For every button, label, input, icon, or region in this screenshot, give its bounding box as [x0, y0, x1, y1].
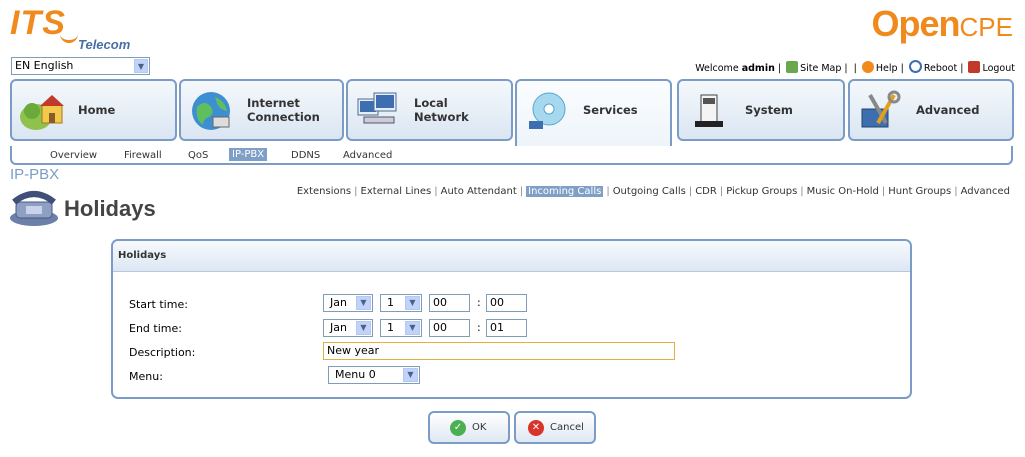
logout-icon: [968, 61, 981, 73]
end-hour-input[interactable]: 00: [429, 319, 470, 337]
end-day-select[interactable]: 1 ▼: [380, 319, 422, 337]
chevron-down-icon: ▼: [356, 296, 371, 310]
chevron-down-icon: ▼: [403, 368, 418, 382]
page-title: Holidays: [64, 196, 156, 221]
start-month-select[interactable]: Jan ▼: [323, 294, 373, 312]
subtab-incoming-calls[interactable]: Incoming Calls: [526, 186, 604, 197]
chevron-down-icon: ▼: [405, 321, 420, 335]
cancel-button-label: Cancel: [550, 422, 584, 433]
subnav-qos[interactable]: QoS: [188, 150, 208, 161]
tab-local-network[interactable]: Local Network: [346, 79, 513, 141]
language-select-value: EN English: [15, 59, 74, 72]
subnav-ddns[interactable]: DDNS: [291, 150, 320, 161]
start-time-label: Start time:: [129, 298, 188, 311]
start-day-select[interactable]: 1 ▼: [380, 294, 422, 312]
tab-advanced-label: Advanced: [916, 103, 980, 117]
chevron-down-icon: ▼: [134, 59, 148, 73]
breadcrumb: IP-PBX: [10, 166, 60, 183]
subtab-extensions[interactable]: Extensions: [297, 186, 351, 197]
power-icon: [908, 60, 922, 73]
ok-button[interactable]: ✓ OK: [428, 411, 510, 444]
help-icon: [861, 61, 874, 73]
menu-select[interactable]: Menu 0 ▼: [328, 366, 420, 384]
description-input[interactable]: New year: [323, 342, 675, 360]
subnav-bar: Overview Firewall QoS IP-PBX DDNS Advanc…: [10, 146, 1013, 165]
subtab-cdr[interactable]: CDR: [695, 186, 717, 197]
language-select[interactable]: EN English ▼: [11, 57, 150, 75]
subtab-outgoing-calls[interactable]: Outgoing Calls: [613, 186, 686, 197]
tab-home-label: Home: [78, 103, 116, 117]
tab-advanced[interactable]: Advanced: [848, 79, 1014, 141]
opencpe-logo: OpenCPE: [871, 3, 1013, 44]
tab-system-label: System: [745, 103, 793, 117]
cancel-button[interactable]: ✕ Cancel: [514, 411, 596, 444]
ok-button-label: OK: [472, 422, 487, 433]
home-icon: [20, 95, 64, 130]
computers-icon: [357, 92, 397, 124]
tools-icon: [861, 90, 901, 128]
chevron-down-icon: ▼: [405, 296, 420, 310]
end-month-select[interactable]: Jan ▼: [323, 319, 373, 337]
chevron-down-icon: ▼: [356, 321, 371, 335]
help-link[interactable]: Help: [876, 63, 898, 74]
subtab-music-on-hold[interactable]: Music On-Hold: [807, 186, 879, 197]
tab-internet-connection[interactable]: Internet Connection: [179, 79, 344, 141]
panel-title: Holidays: [118, 250, 167, 261]
checkmark-icon: ✓: [450, 419, 466, 436]
tab-home[interactable]: Home: [10, 79, 177, 141]
top-links: Welcome admin | Site Map | | Help | Rebo…: [695, 60, 1015, 74]
subtab-auto-attendant[interactable]: Auto Attendant: [441, 186, 517, 197]
end-minute-input[interactable]: 01: [486, 319, 527, 337]
phone-icon: [10, 191, 58, 226]
start-minute-input[interactable]: 00: [486, 294, 527, 312]
subnav-overview[interactable]: Overview: [50, 150, 97, 161]
sitemap-icon: [786, 61, 799, 73]
subtab-advanced[interactable]: Advanced: [961, 186, 1010, 197]
start-hour-input[interactable]: 00: [429, 294, 470, 312]
username: admin: [741, 63, 775, 74]
its-logo-telecom: Telecom: [78, 37, 131, 52]
sitemap-link[interactable]: Site Map: [800, 63, 841, 74]
welcome-text: Welcome: [695, 63, 739, 74]
description-label: Description:: [129, 346, 196, 359]
subtab-hunt-groups[interactable]: Hunt Groups: [888, 186, 951, 197]
reboot-link[interactable]: Reboot: [924, 63, 957, 74]
subnav-advanced[interactable]: Advanced: [343, 150, 392, 161]
tab-system[interactable]: System: [677, 79, 845, 141]
subnav-firewall[interactable]: Firewall: [124, 150, 162, 161]
logout-link[interactable]: Logout: [982, 63, 1015, 74]
globe-icon: [192, 92, 230, 130]
holidays-panel: Holidays Start time: Jan ▼ 1 ▼ 00 : 00 End…: [111, 239, 912, 399]
subnav-ip-pbx[interactable]: IP-PBX: [229, 148, 268, 161]
tab-services-label: Services: [583, 103, 638, 117]
tab-local-network-label: Local Network: [414, 96, 469, 124]
panel-header: Holidays: [113, 241, 910, 272]
end-time-label: End time:: [129, 322, 182, 335]
subtab-pickup-groups[interactable]: Pickup Groups: [726, 186, 797, 197]
its-logo: ITS: [10, 4, 66, 42]
tab-internet-label: Internet Connection: [247, 96, 320, 124]
services-cd-icon: [529, 92, 566, 129]
tab-services[interactable]: Services: [515, 79, 672, 147]
menu-label: Menu:: [129, 370, 163, 383]
ip-pbx-subtabs: Extensions | External Lines | Auto Attendant…: [296, 186, 1010, 197]
subtab-external-lines[interactable]: External Lines: [361, 186, 432, 197]
cancel-x-icon: ✕: [528, 419, 544, 436]
device-icon: [695, 94, 723, 127]
